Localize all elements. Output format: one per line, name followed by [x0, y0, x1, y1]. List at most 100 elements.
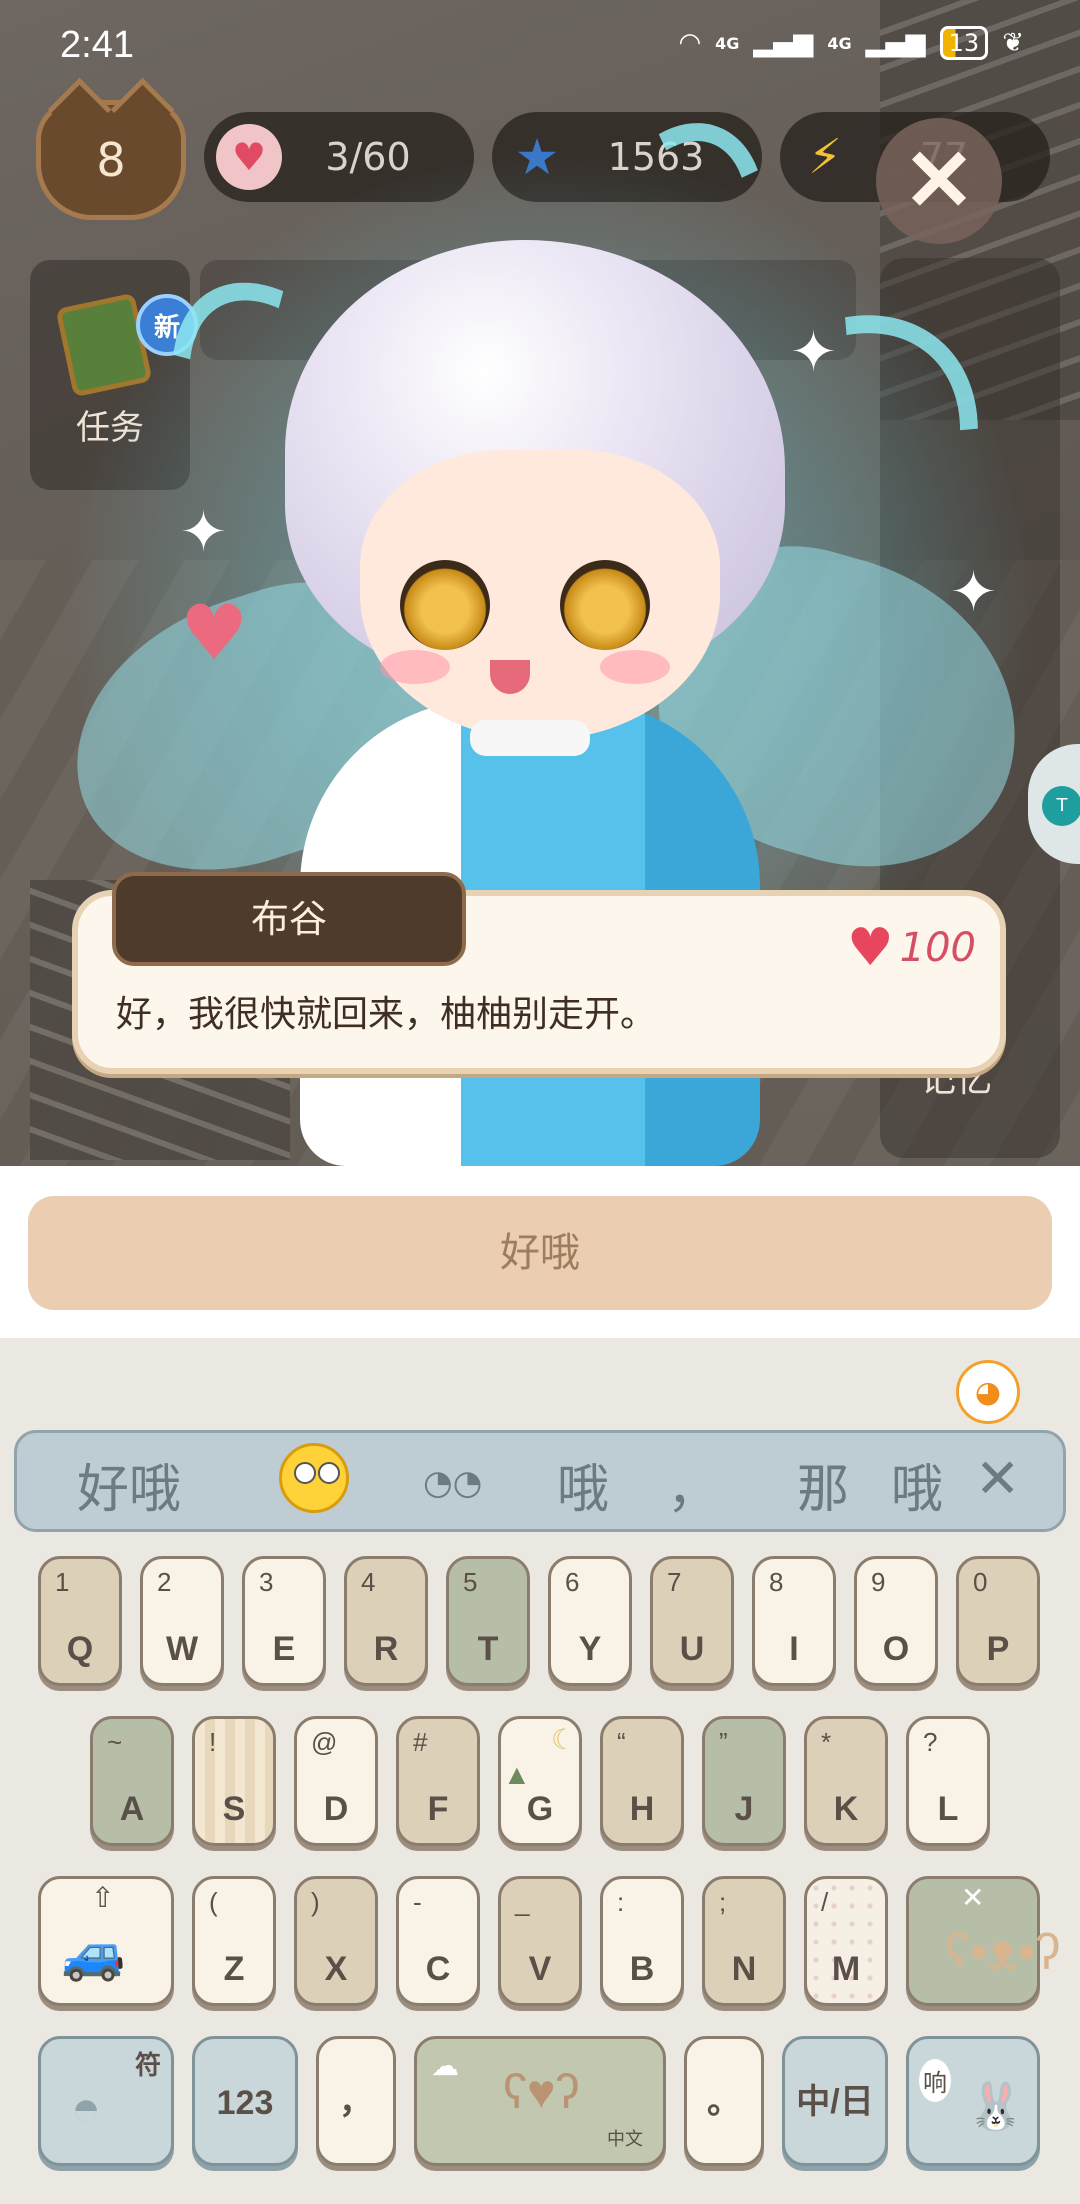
key-b[interactable]: :B	[600, 1876, 684, 2006]
key-label: H	[629, 1790, 655, 1828]
candidate-kaomoji[interactable]: ◔◔	[423, 1463, 482, 1503]
close-candidates-icon[interactable]: ✕	[975, 1447, 1020, 1510]
key-label: Z	[223, 1950, 245, 1988]
candidate-bar: 好哦 ◔◔ 哦 ， 那 哦 ✕	[14, 1430, 1066, 1532]
key-n[interactable]: ; N	[702, 1876, 786, 2006]
candidate-word[interactable]: 那	[797, 1447, 849, 1522]
key-label: A	[119, 1790, 145, 1828]
heart-icon: ♥	[847, 918, 894, 978]
key-sub: /	[821, 1887, 829, 1917]
key-label: U	[679, 1630, 705, 1668]
key-sub: “	[617, 1727, 626, 1757]
key-label: F	[427, 1790, 449, 1828]
status-time: 2:41	[60, 24, 134, 66]
speaker-name-tag: 布谷	[112, 872, 466, 966]
candidate-word[interactable]: 哦	[557, 1447, 609, 1522]
key-label: M	[831, 1950, 861, 1988]
bear-icon: ʕ•ᴥ•ʔ	[945, 1924, 1061, 1980]
key-s[interactable]: ! S	[192, 1716, 276, 1846]
candidate-word[interactable]: 好哦	[77, 1447, 181, 1522]
key-e[interactable]: 3E	[242, 1556, 326, 1686]
network-label-2: 4G	[827, 33, 852, 53]
key-y[interactable]: 6Y	[548, 1556, 632, 1686]
key-label: O	[882, 1630, 910, 1668]
key-label: D	[323, 1790, 349, 1828]
key-c[interactable]: -C	[396, 1876, 480, 2006]
voice-key[interactable]: 响 🐰	[906, 2036, 1040, 2166]
system-icons: ◠ 4G ▂▄▆ 4G ▂▄▆ 13 ❦	[678, 26, 1024, 60]
comma-label: ，	[339, 2083, 373, 2121]
reply-option-button[interactable]: 好哦	[28, 1196, 1052, 1310]
signal-icon: ▂▄▆	[753, 28, 814, 58]
key-f[interactable]: # F	[396, 1716, 480, 1846]
candidate-word[interactable]: ，	[667, 1447, 719, 1522]
key-sub: @	[311, 1727, 338, 1757]
key-r[interactable]: 4R	[344, 1556, 428, 1686]
ime-label: 中/日	[796, 2083, 874, 2121]
ufo-icon: ◓	[71, 2080, 102, 2136]
symbols-label: 符	[135, 2050, 162, 2080]
character-eye-right	[560, 560, 650, 650]
key-j[interactable]: ” J	[702, 1716, 786, 1846]
candidate-word[interactable]: 哦	[891, 1447, 943, 1522]
shift-key[interactable]: ⇧ 🚙	[38, 1876, 174, 2006]
key-sub: 1	[55, 1567, 70, 1597]
key-g[interactable]: ▲ ☾ G	[498, 1716, 582, 1846]
key-label: X	[324, 1950, 348, 1988]
comma-key[interactable]: ，	[316, 2036, 396, 2166]
level-badge[interactable]: 8	[36, 100, 186, 220]
key-u[interactable]: 7U	[650, 1556, 734, 1686]
numbers-label: 123	[216, 2084, 274, 2122]
key-o[interactable]: 9O	[854, 1556, 938, 1686]
keyboard-mascot-icon[interactable]: ◕	[956, 1360, 1020, 1424]
ime-switch-key[interactable]: 中/日	[782, 2036, 888, 2166]
backspace-key[interactable]: ✕ ʕ•ᴥ•ʔ	[906, 1876, 1060, 2006]
shift-arrow-icon: ⇧	[91, 1882, 115, 1913]
key-k[interactable]: * K	[804, 1716, 888, 1846]
key-h[interactable]: “H	[600, 1716, 684, 1846]
key-d[interactable]: @ D	[294, 1716, 378, 1846]
blush-left	[380, 650, 450, 684]
key-sub: :	[617, 1887, 625, 1917]
car-icon: 🚙	[61, 1925, 126, 1983]
key-w[interactable]: 2W	[140, 1556, 224, 1686]
key-t[interactable]: 5T	[446, 1556, 530, 1686]
network-label-1: 4G	[715, 33, 740, 53]
level-number: 8	[96, 133, 126, 187]
key-l[interactable]: ? L	[906, 1716, 990, 1846]
key-x[interactable]: ) X	[294, 1876, 378, 2006]
moon-icon: ☾	[551, 1724, 577, 1755]
close-button[interactable]: ✕	[876, 118, 1002, 244]
key-sub: ;	[719, 1887, 727, 1917]
key-label: Y	[578, 1630, 602, 1668]
key-a[interactable]: ~ A	[90, 1716, 174, 1846]
numbers-key[interactable]: 123	[192, 2036, 298, 2166]
character-eye-left	[400, 560, 490, 650]
status-bar: 2:41 ◠ 4G ▂▄▆ 4G ▂▄▆ 13 ❦	[0, 0, 1080, 92]
keyboard: ◕ 好哦 ◔◔ 哦 ， 那 哦 ✕ 1Q 2W 3E 4R 5T 6Y 7U 8…	[0, 1338, 1080, 2204]
key-label: B	[629, 1950, 655, 1988]
key-i[interactable]: 8I	[752, 1556, 836, 1686]
key-label: G	[526, 1790, 554, 1828]
key-sub: 8	[769, 1567, 784, 1597]
period-key[interactable]: 。	[684, 2036, 764, 2166]
key-label: Q	[66, 1630, 94, 1668]
key-sub: _	[515, 1887, 530, 1917]
battery-indicator: 13	[939, 26, 989, 60]
symbols-key[interactable]: 符 ◓	[38, 2036, 174, 2166]
key-sub: 7	[667, 1567, 682, 1597]
key-z[interactable]: (Z	[192, 1876, 276, 2006]
emoji-candidate-icon[interactable]	[279, 1443, 349, 1513]
space-key[interactable]: ☁ ʕ♥ʔ 中文	[414, 2036, 666, 2166]
tree-icon: ▲	[503, 1759, 531, 1790]
period-label: 。	[707, 2083, 741, 2121]
leaf-icon: ❦	[1002, 28, 1024, 58]
key-q[interactable]: 1Q	[38, 1556, 122, 1686]
key-p[interactable]: 0P	[956, 1556, 1040, 1686]
key-label: V	[528, 1950, 552, 1988]
key-m[interactable]: / M	[804, 1876, 888, 2006]
key-sub: 2	[157, 1567, 172, 1597]
key-v[interactable]: _ V	[498, 1876, 582, 2006]
key-label: T	[477, 1630, 499, 1668]
floating-heart-icon: ♥	[180, 588, 249, 677]
